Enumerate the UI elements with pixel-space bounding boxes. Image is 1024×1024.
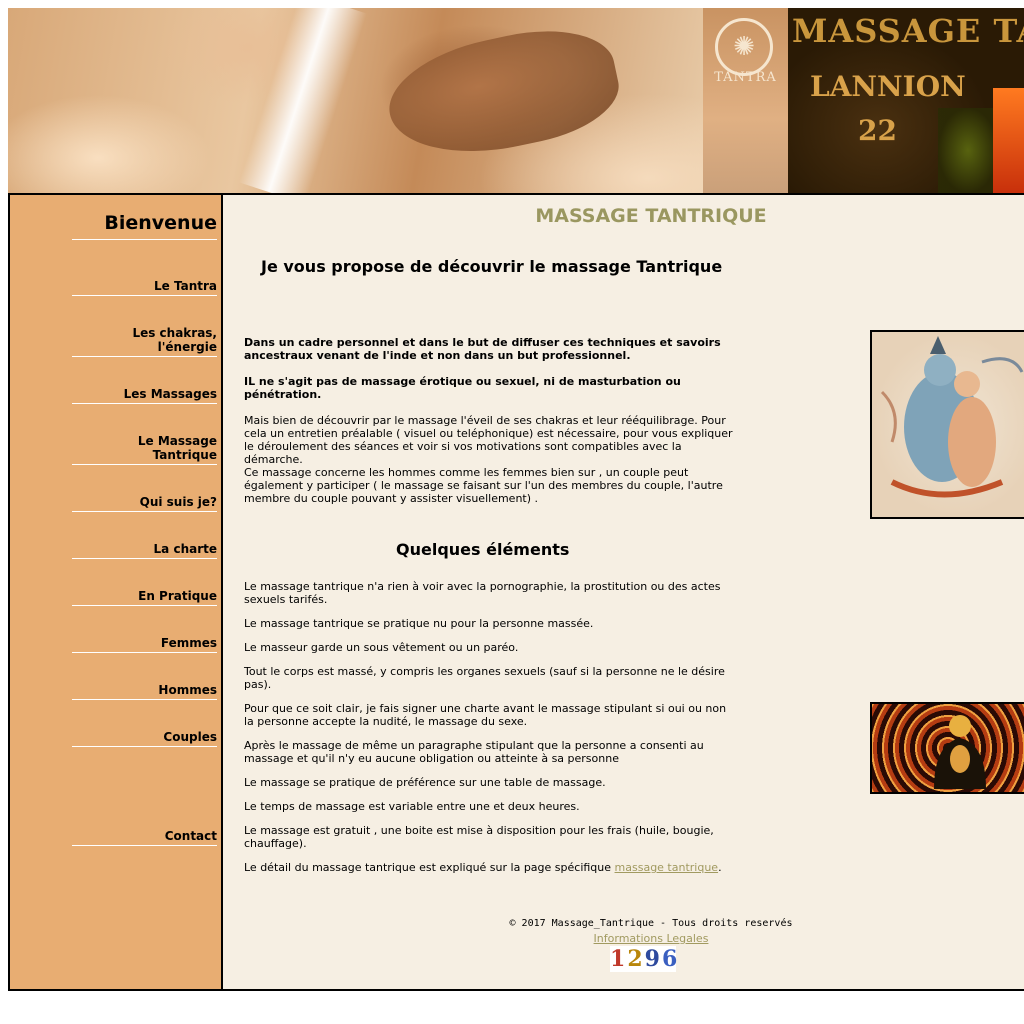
list-item: Après le massage de même un paragraphe s… (244, 739, 704, 765)
intro-paragraph-4: Ce massage concerne les hommes comme les… (244, 466, 723, 505)
counter-digit: 6 (661, 946, 680, 972)
nav-item-contact[interactable]: Contact (72, 829, 217, 846)
tantra-logo-panel: ✺ TANTRA (703, 8, 788, 193)
dancer-icon: ✺ (715, 18, 773, 76)
counter-digit: 9 (644, 946, 662, 972)
feather-image (238, 8, 368, 193)
counter-digit: 1 (610, 946, 628, 972)
list-item: Le massage se pratique de préférence sur… (244, 776, 606, 789)
massage-hands-image (379, 15, 627, 171)
last-paragraph: Le détail du massage tantrique est expli… (244, 861, 734, 874)
list-item: Pour que ce soit clair, je fais signer u… (244, 702, 727, 728)
last-paragraph-end: . (718, 861, 722, 874)
nav-item-couples[interactable]: Couples (72, 730, 217, 747)
nav-item-hommes[interactable]: Hommes (72, 683, 217, 700)
copyright-text: © 2017 Massage_Tantrique - Tous droits r… (509, 918, 793, 929)
header-banner: ✺ TANTRA MASSAGE TANTRIQUE LANNION 22 (8, 8, 1024, 193)
list-item: Le temps de massage est variable entre u… (244, 800, 580, 813)
list-item: Tout le corps est massé, y compris les o… (244, 665, 725, 691)
nav-item-chakras[interactable]: Les chakras, l'énergie (72, 326, 217, 357)
banner-department: 22 (858, 114, 897, 147)
buddha-image (870, 702, 1024, 794)
nav-item-femmes[interactable]: Femmes (72, 636, 217, 653)
list-item: Le masseur garde un sous vêtement ou un … (244, 641, 519, 654)
nav-item-bienvenue[interactable]: Bienvenue (72, 211, 217, 240)
nav-item-la-charte[interactable]: La charte (72, 542, 217, 559)
intro-paragraph-1: Dans un cadre personnel et dans le but d… (244, 336, 721, 362)
intro-heading: Je vous propose de découvrir le massage … (261, 257, 723, 276)
nav-item-en-pratique[interactable]: En Pratique (72, 589, 217, 606)
nav-item-le-tantra[interactable]: Le Tantra (72, 279, 217, 296)
page-frame: Bienvenue Le Tantra Les chakras, l'énerg… (8, 193, 1024, 991)
list-item: Le massage tantrique n'a rien à voir ave… (244, 580, 721, 606)
last-paragraph-text: Le détail du massage tantrique est expli… (244, 861, 615, 874)
nav-item-les-massages[interactable]: Les Massages (72, 387, 217, 404)
tantra-label: TANTRA (714, 70, 777, 85)
leaf-image (938, 108, 998, 193)
intro-paragraph-3: Mais bien de découvrir par le massage l'… (244, 414, 733, 466)
counter-digit: 2 (627, 946, 645, 972)
banner-city: LANNION (810, 70, 966, 103)
main-content: MASSAGE TANTRIQUE Je vous propose de déc… (223, 195, 1024, 989)
legal-info-link[interactable]: Informations Legales (594, 932, 709, 945)
section-heading: Quelques éléments (396, 540, 570, 559)
visit-counter: 1296 (610, 946, 680, 972)
intro-paragraph-2: IL ne s'agit pas de massage érotique ou … (244, 375, 681, 401)
shiva-shakti-image (870, 330, 1024, 519)
site-heading: MASSAGE TANTRIQUE (535, 205, 767, 227)
list-item: Le massage tantrique se pratique nu pour… (244, 617, 594, 630)
nav-item-qui-suis-je[interactable]: Qui suis je? (72, 495, 217, 512)
banner-title: MASSAGE TANTRIQUE (792, 12, 1024, 50)
list-item: Le massage est gratuit , une boite est m… (244, 824, 714, 850)
banner-photo (8, 8, 703, 193)
legal-info-wrapper: Informations Legales (461, 932, 841, 945)
banner-title-panel: MASSAGE TANTRIQUE LANNION 22 (788, 8, 1024, 193)
massage-tantrique-link[interactable]: massage tantrique (615, 861, 719, 874)
candle-image (993, 88, 1024, 193)
sidebar-nav: Bienvenue Le Tantra Les chakras, l'énerg… (10, 195, 223, 989)
nav-item-massage-tantrique[interactable]: Le Massage Tantrique (72, 434, 217, 465)
